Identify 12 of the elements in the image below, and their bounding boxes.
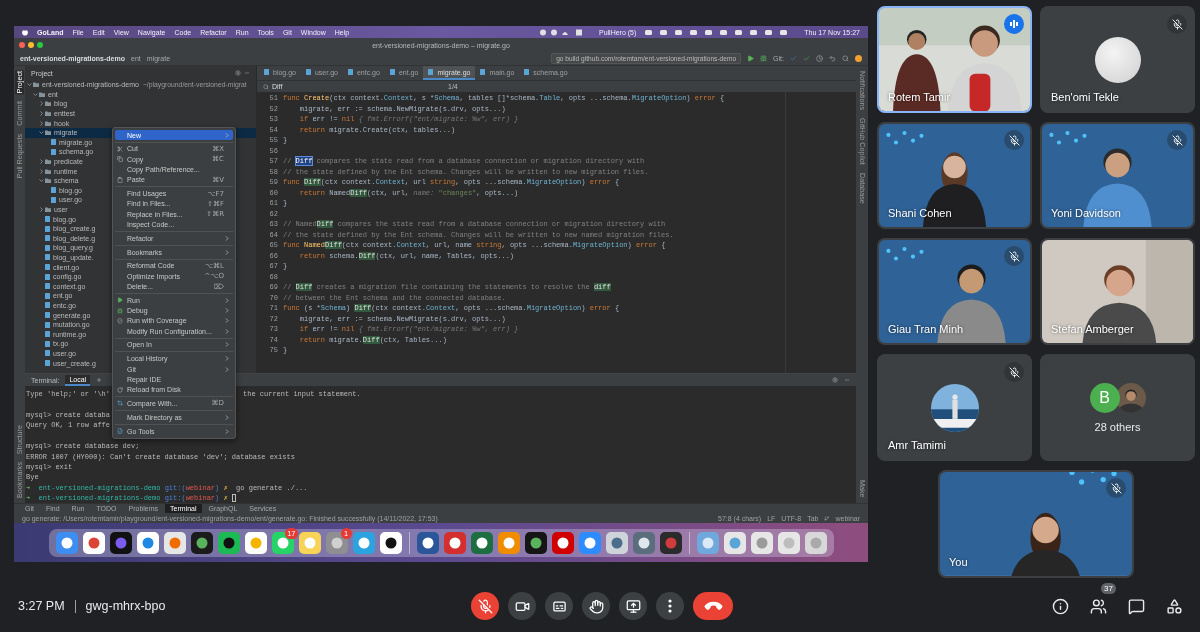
participant-name: Shani Cohen bbox=[888, 207, 952, 219]
participant-name: Giau Tran Minh bbox=[888, 323, 964, 335]
participant-name: Yoni Davidson bbox=[1051, 207, 1121, 219]
others-count: 28 others bbox=[1094, 420, 1141, 433]
meeting-code: gwg-mhrx-bpo bbox=[74, 599, 166, 613]
avatar-initial: B bbox=[1089, 382, 1120, 413]
meeting-time: 3:27 PM bbox=[18, 599, 65, 613]
count-badge: 37 bbox=[1101, 583, 1116, 594]
participant-name: Amr Tamimi bbox=[888, 439, 946, 451]
participant-name: Stefan Amberger bbox=[1051, 323, 1134, 335]
participant-name: You bbox=[949, 556, 968, 568]
participant-name: Ben'omi Tekle bbox=[1051, 91, 1119, 103]
